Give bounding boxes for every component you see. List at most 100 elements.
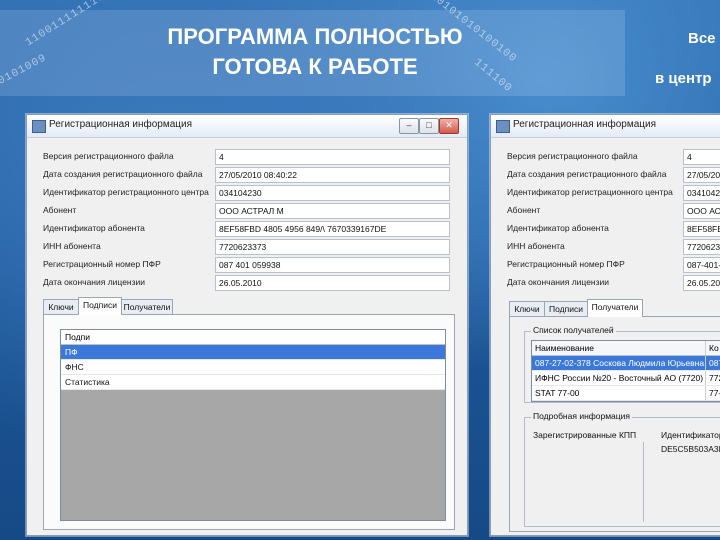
list-item[interactable]: ПФ xyxy=(61,345,445,360)
recipient-name: STAT 77-00 xyxy=(532,386,706,400)
field-row: Дата окончания лицензии 26.05.2010 xyxy=(43,275,453,291)
field-label: Абонент xyxy=(43,205,77,215)
kpp-label: Зарегистрированные КПП xyxy=(533,430,637,440)
signatures-list[interactable]: Подпи ПФ ФНС Статистика xyxy=(60,329,446,521)
field-value[interactable]: 087 401 059938 xyxy=(215,257,450,273)
field-label: Дата создания регистрационного файла xyxy=(43,169,203,179)
slide-title-line1: ПРОГРАММА ПОЛНОСТЬЮ xyxy=(167,24,463,49)
recipients-grid[interactable]: Наименование Ко 087-27-02-378 Соскова Лю… xyxy=(531,340,720,402)
field-row: Регистрационный номер ПФР 087-401-0 xyxy=(507,257,720,273)
field-label: Идентификатор регистрационного центра xyxy=(507,187,673,197)
tab-recipients[interactable]: Получатели xyxy=(121,299,173,314)
field-label: Идентификатор регистрационного центра xyxy=(43,187,209,197)
field-value[interactable]: 26.05.2010 xyxy=(215,275,450,291)
group-label: Подробная информация xyxy=(531,411,632,421)
tab-signatures[interactable]: Подписи xyxy=(78,297,122,315)
slide-title-line2: ГОТОВА К РАБОТЕ xyxy=(212,54,418,79)
field-row: Абонент ООО АСТ xyxy=(507,203,720,219)
field-row: Регистрационный номер ПФР 087 401 059938 xyxy=(43,257,453,273)
table-row[interactable]: STAT 77-00 77- xyxy=(532,386,720,401)
field-label: Дата окончания лицензии xyxy=(507,277,610,287)
minimize-button[interactable]: – xyxy=(399,118,419,134)
tab-keys[interactable]: Ключи xyxy=(43,299,79,314)
field-row: Дата окончания лицензии 26.05.201 xyxy=(507,275,720,291)
recipient-name: ИФНС России №20 - Восточный АО (7720) xyxy=(532,371,706,385)
list-header: Подпи xyxy=(61,330,445,345)
field-label: ИНН абонента xyxy=(507,241,565,251)
tab-panel-signatures: Подпи ПФ ФНС Статистика xyxy=(43,314,455,530)
field-value[interactable]: 26.05.201 xyxy=(683,275,720,291)
field-row: Дата создания регистрационного файла 27/… xyxy=(43,167,453,183)
app-icon xyxy=(32,120,46,133)
field-row: Идентификатор абонента 8EF58FBD xyxy=(507,221,720,237)
field-value[interactable]: ООО АСТРАЛ М xyxy=(215,203,450,219)
field-value[interactable]: 77206233 xyxy=(683,239,720,255)
field-label: Идентификатор абонента xyxy=(507,223,609,233)
field-row: Идентификатор абонента 8EF58FBD 4805 495… xyxy=(43,221,453,237)
field-row: Идентификатор регистрационного центра 03… xyxy=(507,185,720,201)
list-item[interactable]: ФНС xyxy=(61,360,445,375)
field-value[interactable]: 4 xyxy=(683,149,720,165)
field-value[interactable]: 4 xyxy=(215,149,450,165)
list-item[interactable]: Статистика xyxy=(61,375,445,390)
field-label: Дата создания регистрационного файла xyxy=(507,169,667,179)
tab-keys[interactable]: Ключи xyxy=(509,301,545,316)
window-titlebar: Регистрационная информация – □ ✕ xyxy=(27,115,467,138)
field-row: Абонент ООО АСТРАЛ М xyxy=(43,203,453,219)
tab-strip: Ключи Подписи Получатели xyxy=(43,297,243,315)
tab-strip: Ключи Подписи Получатели xyxy=(509,299,709,317)
field-row: Идентификатор регистрационного центра 03… xyxy=(43,185,453,201)
recipient-code: 77- xyxy=(706,386,720,400)
side-text-line1: Все xyxy=(688,30,716,47)
tab-panel-recipients: Список получателей Наименование Ко 087-2… xyxy=(509,316,720,532)
slide-title: ПРОГРАММА ПОЛНОСТЬЮ ГОТОВА К РАБОТЕ xyxy=(130,22,500,82)
field-label: Идентификатор абонента xyxy=(43,223,145,233)
field-row: Версия регистрационного файла 4 xyxy=(507,149,720,165)
field-row: Дата создания регистрационного файла 27/… xyxy=(507,167,720,183)
field-value[interactable]: 034104230 xyxy=(215,185,450,201)
field-value[interactable]: 8EF58FBD 4805 4956 849/\ 7670339167DE xyxy=(215,221,450,237)
list-empty-area xyxy=(61,390,445,520)
field-row: ИНН абонента 77206233 xyxy=(507,239,720,255)
grid-header: Наименование Ко xyxy=(532,341,720,356)
window-title: Регистрационная информация xyxy=(513,119,657,130)
details-group: Подробная информация Зарегистрированные … xyxy=(524,411,720,527)
field-label: Регистрационный номер ПФР xyxy=(507,259,625,269)
field-row: ИНН абонента 7720623373 xyxy=(43,239,453,255)
field-label: Абонент xyxy=(507,205,541,215)
close-button[interactable]: ✕ xyxy=(439,118,459,134)
field-row: Версия регистрационного файла 4 xyxy=(43,149,453,165)
side-text-line2: в центр xyxy=(655,70,712,87)
field-value[interactable]: 27/05/20 xyxy=(683,167,720,183)
window-title: Регистрационная информация xyxy=(49,119,193,130)
kpp-list-divider xyxy=(531,442,644,522)
field-label: Дата окончания лицензии xyxy=(43,277,146,287)
window-titlebar: Регистрационная информация xyxy=(491,115,720,138)
registration-info-window-right: Регистрационная информация Версия регист… xyxy=(490,114,720,536)
tab-recipients[interactable]: Получатели xyxy=(587,299,643,317)
tab-signatures[interactable]: Подписи xyxy=(544,301,588,316)
maximize-button[interactable]: □ xyxy=(419,118,439,134)
field-value[interactable]: 8EF58FBD xyxy=(683,221,720,237)
table-row[interactable]: 087-27-02-378 Соскова Людмила Юрьевна 08… xyxy=(532,356,720,371)
recipient-code: 087 xyxy=(706,356,720,370)
registration-info-window-left: Регистрационная информация – □ ✕ Версия … xyxy=(26,114,468,536)
recipient-code: 772 xyxy=(706,371,720,385)
field-label: Версия регистрационного файла xyxy=(43,151,174,161)
field-value[interactable]: 03410423 xyxy=(683,185,720,201)
column-name-header[interactable]: Наименование xyxy=(532,341,706,355)
field-label: Регистрационный номер ПФР xyxy=(43,259,161,269)
column-code-header[interactable]: Ко xyxy=(706,341,720,355)
field-value[interactable]: 087-401-0 xyxy=(683,257,720,273)
field-value[interactable]: 7720623373 xyxy=(215,239,450,255)
recipient-name: 087-27-02-378 Соскова Людмила Юрьевна xyxy=(532,356,706,370)
app-icon xyxy=(496,120,510,133)
recipients-group: Список получателей Наименование Ко 087-2… xyxy=(524,325,720,403)
field-label: ИНН абонента xyxy=(43,241,101,251)
table-row[interactable]: ИФНС России №20 - Восточный АО (7720) 77… xyxy=(532,371,720,386)
field-value[interactable]: 27/05/2010 08:40:22 xyxy=(215,167,450,183)
field-value[interactable]: ООО АСТ xyxy=(683,203,720,219)
identifier-label: Идентификатор xyxy=(661,430,720,440)
field-label: Версия регистрационного файла xyxy=(507,151,638,161)
identifier-value: DE5C5B503A3F xyxy=(661,444,720,454)
